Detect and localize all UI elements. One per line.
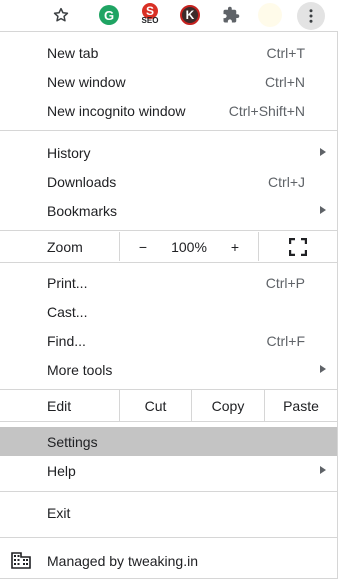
menu-separator (0, 230, 337, 231)
menu-shortcut: Ctrl+F (266, 332, 306, 349)
menu-shortcut: Ctrl+T (266, 44, 306, 61)
menu-separator (0, 491, 337, 492)
submenu-arrow-icon (320, 148, 326, 156)
zoom-plus-label: + (230, 238, 240, 255)
blank-extension-icon[interactable] (258, 3, 282, 27)
zoom-out-button[interactable]: − (128, 232, 158, 261)
zoom-row: Zoom − 100% + (0, 232, 337, 261)
fullscreen-button[interactable] (259, 232, 337, 261)
k-extension-icon[interactable]: K (180, 5, 200, 25)
menu-separator (0, 537, 337, 538)
menu-label: New window (47, 73, 126, 90)
menu-item-exit[interactable]: Exit (0, 498, 337, 527)
chrome-menu: New tab Ctrl+T New window Ctrl+N New inc… (0, 31, 338, 579)
menu-label: Print... (47, 274, 88, 291)
menu-separator (0, 262, 337, 263)
zoom-level: 100% (160, 232, 218, 261)
menu-label: Downloads (47, 173, 117, 190)
menu-shortcut: Ctrl+J (268, 173, 305, 190)
edit-row: Edit Cut Copy Paste (0, 390, 337, 421)
menu-shortcut: Ctrl+Shift+N (228, 102, 305, 119)
menu-label: History (47, 144, 91, 161)
zoom-label-cell: Zoom (0, 232, 119, 261)
menu-separator (0, 421, 337, 422)
menu-item-cast[interactable]: Cast... (0, 297, 337, 326)
menu-item-settings[interactable]: Settings (0, 427, 337, 456)
menu-label: Find... (47, 332, 86, 349)
menu-label: Help (47, 462, 76, 479)
menu-item-new-window[interactable]: New window Ctrl+N (0, 67, 337, 96)
building-icon (11, 552, 31, 569)
managed-label: Managed by tweaking.in (47, 552, 198, 569)
fullscreen-icon (289, 237, 307, 256)
menu-item-new-tab[interactable]: New tab Ctrl+T (0, 38, 337, 67)
menu-label: Exit (47, 504, 71, 521)
menu-label: More tools (47, 361, 113, 378)
menu-item-history[interactable]: History (0, 138, 337, 167)
zoom-level-value: 100% (171, 238, 207, 255)
cut-button[interactable]: Cut (120, 390, 191, 421)
menu-label: Settings (47, 433, 98, 450)
menu-label: Bookmarks (47, 202, 118, 219)
ext-g-letter: G (103, 7, 115, 23)
copy-label: Copy (211, 397, 245, 414)
menu-item-find[interactable]: Find... Ctrl+F (0, 326, 337, 355)
kebab-menu-icon[interactable] (297, 2, 325, 30)
ext-k-letter: K (185, 8, 195, 22)
submenu-arrow-icon (320, 365, 326, 373)
ext-s-caption: SEO (141, 16, 159, 25)
zoom-divider (119, 232, 120, 261)
menu-item-bookmarks[interactable]: Bookmarks (0, 196, 337, 225)
menu-item-new-incognito-window[interactable]: New incognito window Ctrl+Shift+N (0, 96, 337, 125)
paste-button[interactable]: Paste (265, 390, 337, 421)
puzzle-icon[interactable] (220, 4, 242, 26)
menu-shortcut: Ctrl+N (264, 73, 305, 90)
submenu-arrow-icon (320, 206, 326, 214)
grammarly-extension-icon[interactable]: G (99, 5, 119, 25)
menu-label: Cast... (47, 303, 88, 320)
menu-item-more-tools[interactable]: More tools (0, 355, 337, 384)
zoom-label: Zoom (47, 238, 83, 255)
menu-item-downloads[interactable]: Downloads Ctrl+J (0, 167, 337, 196)
edit-label: Edit (47, 397, 72, 414)
menu-label: New tab (47, 44, 99, 61)
managed-by-item[interactable]: Managed by tweaking.in (0, 545, 337, 576)
menu-shortcut: Ctrl+P (265, 274, 305, 291)
zoom-minus-label: − (138, 238, 148, 255)
zoom-in-button[interactable]: + (220, 232, 250, 261)
paste-label: Paste (283, 397, 319, 414)
seo-extension-icon[interactable]: S SEO (140, 3, 160, 27)
submenu-arrow-icon (320, 466, 326, 474)
menu-separator (0, 130, 337, 131)
menu-item-print[interactable]: Print... Ctrl+P (0, 268, 337, 297)
copy-button[interactable]: Copy (192, 390, 264, 421)
edit-label-cell: Edit (0, 390, 119, 421)
browser-toolbar: G S SEO K (0, 0, 340, 31)
cut-label: Cut (144, 397, 167, 414)
menu-item-help[interactable]: Help (0, 456, 337, 485)
star-icon[interactable] (50, 4, 72, 26)
menu-label: New incognito window (47, 102, 186, 119)
